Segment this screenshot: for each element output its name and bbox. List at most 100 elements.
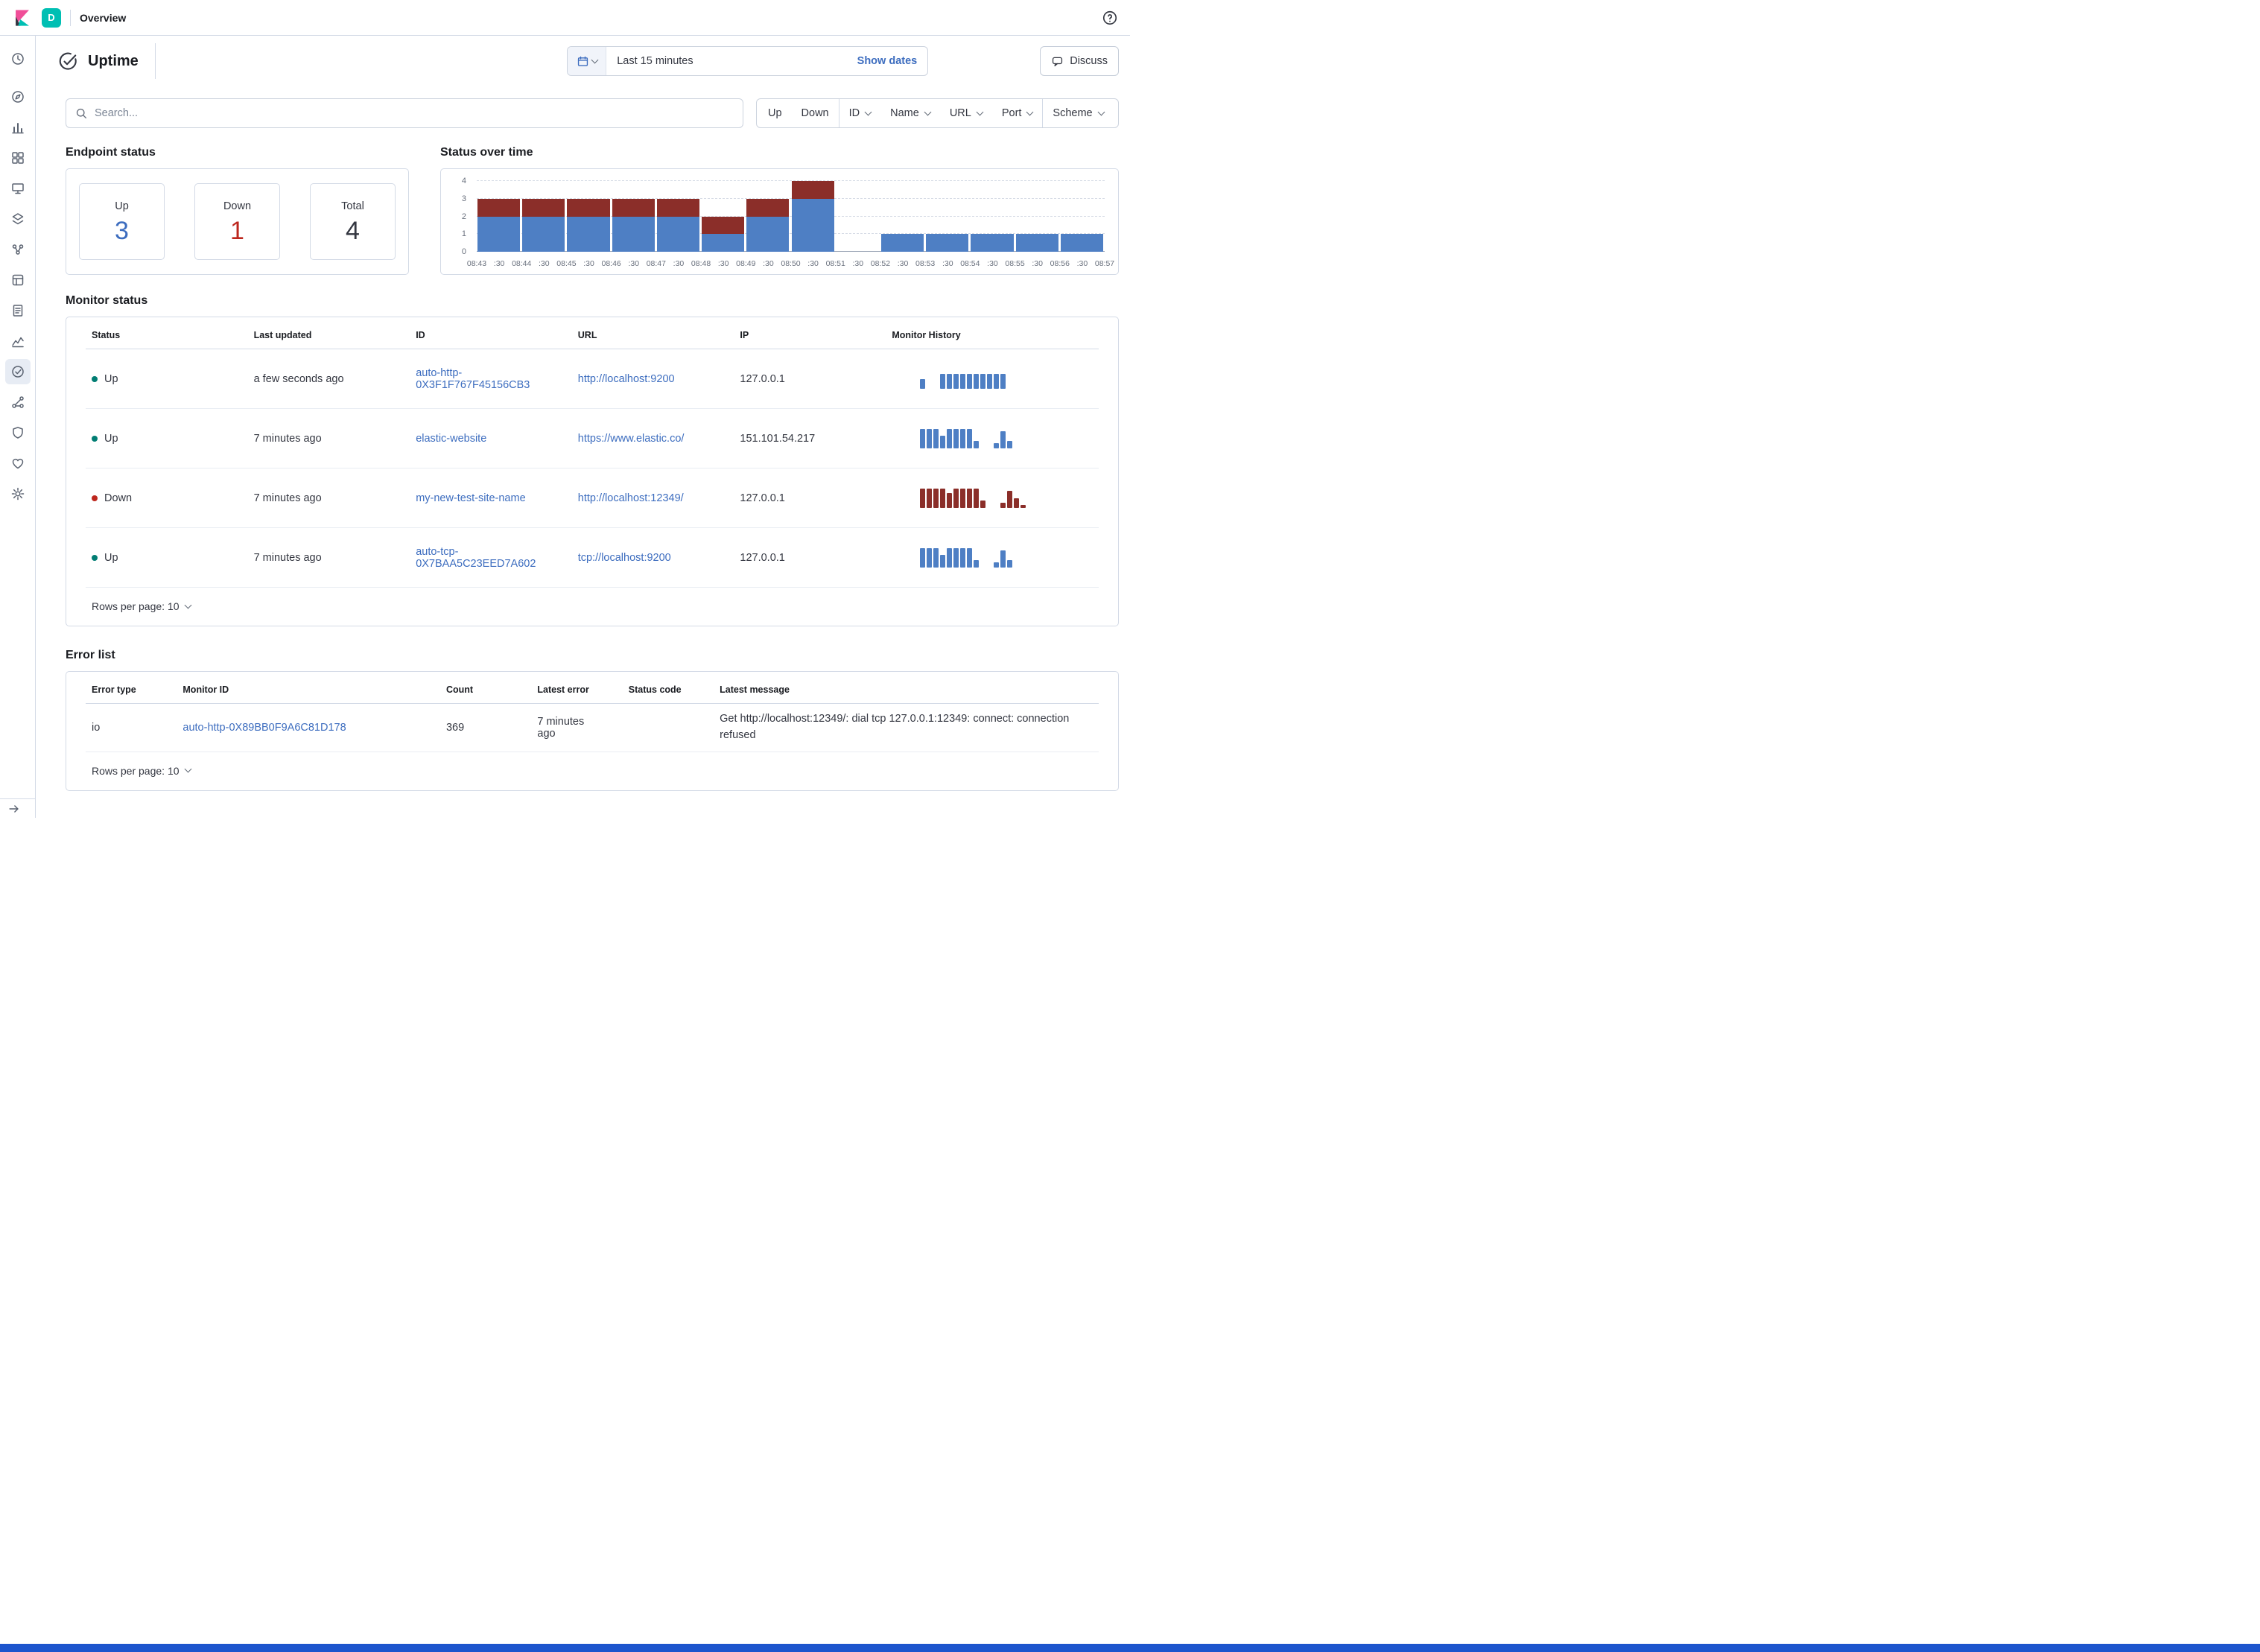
monitor-id-link[interactable]: auto-http-0X3F1F767F45156CB3	[416, 367, 539, 391]
latest-error-cell: 7 minutes ago	[531, 704, 622, 752]
status-code-cell	[623, 704, 714, 752]
kibana-logo[interactable]	[12, 7, 33, 28]
discuss-button[interactable]: Discuss	[1040, 46, 1119, 76]
search-input[interactable]	[95, 107, 734, 119]
column-header-status[interactable]: Status	[86, 319, 248, 349]
filter-url[interactable]: URL	[940, 99, 992, 127]
chevron-down-icon	[976, 108, 983, 115]
column-header-ip[interactable]: IP	[734, 319, 886, 349]
chevron-down-icon	[1026, 108, 1034, 115]
search-box	[66, 98, 743, 128]
sidebar-item-monitoring[interactable]	[0, 448, 36, 478]
dashboard-icon	[5, 145, 31, 171]
filter-scheme[interactable]: Scheme	[1043, 99, 1113, 127]
sidebar-item-graph[interactable]	[0, 387, 36, 417]
sidebar-item-security[interactable]	[0, 417, 36, 448]
sidebar-item-discover[interactable]	[0, 81, 36, 112]
endpoint-status-panel: Up 3 Down 1 Total 4	[66, 168, 409, 275]
error-monitor-id-link[interactable]: auto-http-0X89BB0F9A6C81D178	[182, 722, 346, 734]
column-header-monitor-id[interactable]: Monitor ID	[177, 673, 440, 704]
column-header-status-code[interactable]: Status code	[623, 673, 714, 704]
table-row: io auto-http-0X89BB0F9A6C81D178 369 7 mi…	[86, 704, 1099, 752]
show-dates-link[interactable]: Show dates	[857, 55, 928, 67]
sidebar-item-machine-learning[interactable]	[0, 234, 36, 264]
sidebar	[0, 36, 36, 818]
monitor-id-link[interactable]: my-new-test-site-name	[416, 492, 525, 504]
chevron-down-icon	[184, 766, 191, 773]
filter-id[interactable]: ID	[839, 99, 881, 127]
help-icon[interactable]	[1102, 10, 1118, 26]
canvas-icon	[5, 176, 31, 201]
logs-icon	[5, 298, 31, 323]
endpoint-status-section: Endpoint status Up 3 Down 1 Total 4	[66, 146, 409, 275]
error-list-section: Error list Error type Monitor ID Count L…	[66, 649, 1119, 791]
monitor-id-link[interactable]: elastic-website	[416, 433, 486, 445]
uptime-icon	[5, 359, 31, 384]
sidebar-item-recently-viewed[interactable]	[0, 43, 36, 74]
error-list-title: Error list	[66, 649, 1119, 662]
discover-icon	[5, 84, 31, 109]
column-header-latest-error[interactable]: Latest error	[531, 673, 622, 704]
sidebar-item-maps[interactable]	[0, 203, 36, 234]
recently-viewed-icon	[5, 46, 31, 72]
sidebar-item-apm[interactable]	[0, 264, 36, 295]
chart-bar	[477, 181, 521, 252]
filter-name[interactable]: Name	[880, 99, 940, 127]
total-count: 4	[346, 218, 360, 244]
column-header-last-updated[interactable]: Last updated	[248, 319, 410, 349]
sidebar-item-metrics[interactable]	[0, 325, 36, 356]
monitor-status-title: Monitor status	[66, 294, 1119, 308]
chart-bar	[1060, 181, 1105, 252]
sidebar-item-canvas[interactable]	[0, 173, 36, 203]
rows-per-page[interactable]: Rows per page: 10	[86, 752, 1099, 790]
count-cell: 369	[440, 704, 531, 752]
endpoint-card-total: Total 4	[310, 183, 396, 260]
status-over-time-panel: 01234 08:43:3008:44:3008:45:3008:46:3008…	[440, 168, 1119, 275]
monitor-url-link[interactable]: tcp://localhost:9200	[578, 552, 671, 564]
chevron-down-icon	[924, 108, 931, 115]
monitor-url-link[interactable]: http://localhost:12349/	[578, 492, 684, 504]
sidebar-item-dashboard[interactable]	[0, 142, 36, 173]
sidebar-collapse-button[interactable]	[0, 798, 36, 818]
calendar-dropdown-button[interactable]	[568, 47, 606, 75]
column-header-url[interactable]: URL	[572, 319, 734, 349]
chevron-down-icon	[1097, 108, 1105, 115]
monitor-url-link[interactable]: http://localhost:9200	[578, 373, 675, 385]
last-updated-cell: 7 minutes ago	[248, 409, 410, 468]
rows-per-page[interactable]: Rows per page: 10	[86, 588, 1099, 626]
status-badge: Down	[92, 492, 230, 504]
sidebar-item-management[interactable]	[0, 478, 36, 509]
calendar-icon	[577, 55, 589, 68]
status-over-time-chart: 01234 08:43:3008:44:3008:45:3008:46:3008…	[445, 177, 1114, 271]
filter-up[interactable]: Up	[758, 99, 792, 127]
column-header-count[interactable]: Count	[440, 673, 531, 704]
space-badge[interactable]: D	[42, 8, 61, 28]
chart-bar	[925, 181, 970, 252]
last-updated-cell: 7 minutes ago	[248, 528, 410, 588]
monitor-status-table: Status Last updated ID URL IP Monitor Hi…	[86, 319, 1099, 588]
breadcrumb[interactable]: Overview	[80, 12, 126, 24]
latest-message-cell: Get http://localhost:12349/: dial tcp 12…	[714, 704, 1099, 752]
column-header-error-type[interactable]: Error type	[86, 673, 177, 704]
chart-bar	[880, 181, 925, 252]
monitor-url-link[interactable]: https://www.elastic.co/	[578, 433, 685, 445]
column-header-latest-message: Latest message	[714, 673, 1099, 704]
monitor-history-sparkline	[920, 369, 1081, 389]
up-count: 3	[115, 218, 129, 244]
filter-down[interactable]: Down	[792, 99, 839, 127]
filter-port[interactable]: Port	[992, 99, 1043, 127]
time-range-label[interactable]: Last 15 minutes	[606, 55, 857, 67]
monitor-status-panel: Status Last updated ID URL IP Monitor Hi…	[66, 317, 1119, 626]
search-icon	[75, 107, 88, 120]
collapse-arrow-icon	[7, 802, 21, 816]
table-row: Up 7 minutes ago auto-tcp-0X7BAA5C23EED7…	[86, 528, 1099, 588]
sidebar-item-uptime[interactable]	[0, 356, 36, 387]
monitor-id-link[interactable]: auto-tcp-0X7BAA5C23EED7A602	[416, 546, 539, 570]
visualize-icon	[5, 115, 31, 140]
column-header-id[interactable]: ID	[410, 319, 572, 349]
chevron-down-icon	[865, 108, 872, 115]
content: Up Down ID Name URL Port Scheme Endpoint…	[36, 82, 1130, 791]
management-icon	[5, 481, 31, 506]
sidebar-item-logs[interactable]	[0, 295, 36, 325]
sidebar-item-visualize[interactable]	[0, 112, 36, 142]
